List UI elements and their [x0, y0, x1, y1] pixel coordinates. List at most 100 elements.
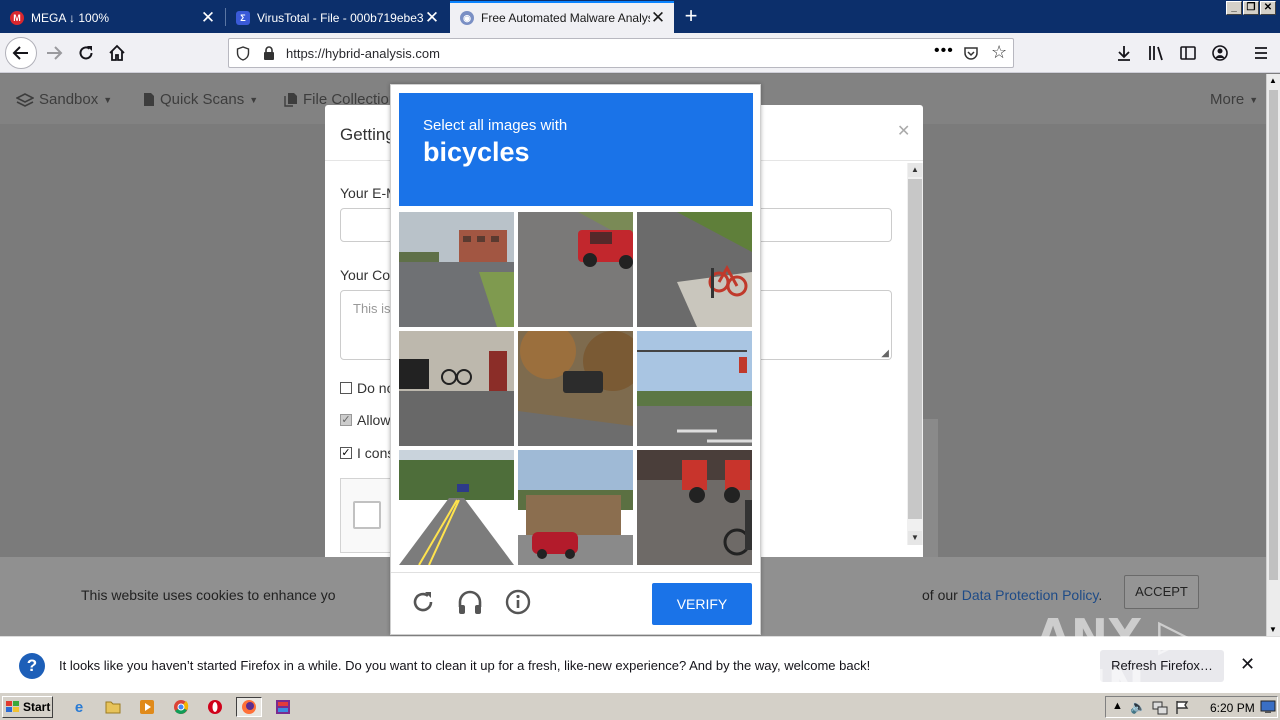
captcha-tile[interactable]	[637, 331, 752, 446]
taskbar-media-player[interactable]	[136, 697, 158, 717]
scroll-down-icon[interactable]: ▼	[908, 531, 922, 545]
nav-more[interactable]: More ▼	[1210, 91, 1258, 108]
close-tab-icon[interactable]: ✕	[650, 9, 666, 26]
library-button[interactable]	[1141, 38, 1171, 68]
accept-cookies-button[interactable]: ACCEPT	[1124, 575, 1199, 609]
notification-text: It looks like you haven’t started Firefo…	[59, 658, 871, 673]
comment-label: Your Cor	[340, 267, 395, 283]
minimize-button[interactable]: _	[1226, 1, 1242, 15]
reload-button[interactable]	[71, 38, 101, 68]
scroll-thumb[interactable]	[908, 179, 922, 519]
sidebar-button[interactable]	[1173, 38, 1203, 68]
data-protection-policy-link[interactable]: Data Protection Policy	[962, 587, 1099, 603]
menu-button[interactable]	[1246, 38, 1276, 68]
audio-headphones-icon[interactable]	[455, 587, 485, 617]
captcha-tile[interactable]	[518, 450, 633, 565]
home-button[interactable]	[102, 38, 132, 68]
network-icon[interactable]	[1152, 700, 1168, 715]
checkbox[interactable]: ✓	[340, 447, 352, 459]
captcha-tile[interactable]	[637, 450, 752, 565]
sidebar-icon	[1180, 46, 1196, 60]
volume-icon[interactable]: 🔈	[1130, 699, 1146, 715]
recaptcha-checkbox[interactable]	[353, 501, 381, 529]
taskbar-ie[interactable]: e	[68, 697, 90, 717]
forward-button[interactable]	[39, 38, 69, 68]
captcha-tile[interactable]	[518, 212, 633, 327]
downloads-button[interactable]	[1109, 38, 1139, 68]
image-captcha-challenge: Select all images with bicycles VERIFY	[390, 84, 761, 635]
reload-icon[interactable]	[408, 587, 438, 617]
checkbox[interactable]	[340, 382, 352, 394]
close-tab-icon[interactable]: ✕	[200, 9, 216, 26]
captcha-instruction: Select all images with	[423, 117, 568, 134]
scroll-up-icon[interactable]: ▲	[1269, 76, 1277, 85]
new-tab-button[interactable]: +	[678, 4, 704, 30]
tab-title: VirusTotal - File - 000b719ebe3a1	[257, 10, 424, 25]
close-window-button[interactable]: ✕	[1260, 1, 1276, 15]
nav-label: Sandbox	[39, 91, 99, 108]
captcha-image-grid	[399, 212, 753, 566]
modal-close-icon[interactable]: ✕	[897, 121, 910, 141]
layers-icon	[16, 92, 34, 107]
taskbar-app[interactable]	[272, 697, 294, 717]
media-player-icon	[140, 700, 154, 714]
captcha-tile[interactable]	[399, 450, 514, 565]
captcha-tile[interactable]	[518, 331, 633, 446]
taskbar-clock[interactable]: 6:20 PM	[1210, 701, 1255, 715]
close-tab-icon[interactable]: ✕	[424, 9, 440, 26]
checkbox-row[interactable]: Do no	[340, 380, 394, 396]
system-tray: ▲ 🔈 6:20 PM	[1105, 696, 1278, 718]
tab-hybrid-analysis[interactable]: ◉ Free Automated Malware Analysis ✕	[450, 1, 674, 33]
taskbar-explorer[interactable]	[102, 697, 124, 717]
info-icon[interactable]	[503, 587, 533, 617]
checkbox[interactable]: ✓	[340, 414, 352, 426]
tray-expand-icon[interactable]: ▲	[1112, 700, 1123, 712]
back-button[interactable]	[5, 37, 37, 69]
action-center-flag-icon[interactable]	[1175, 700, 1189, 715]
captcha-target: bicycles	[423, 137, 530, 167]
captcha-tile[interactable]	[399, 331, 514, 446]
account-icon	[1212, 45, 1228, 61]
pocket-icon[interactable]	[963, 45, 979, 61]
taskbar-opera[interactable]	[204, 697, 226, 717]
hamburger-menu-icon	[1255, 47, 1267, 59]
start-button[interactable]: Start	[2, 696, 53, 718]
captcha-tile[interactable]	[637, 212, 752, 327]
nav-label: More	[1210, 91, 1245, 108]
modal-scrollbar[interactable]: ▲ ▼	[907, 163, 923, 545]
page-scrollbar[interactable]: ▲ ▼	[1266, 74, 1280, 636]
nav-sandbox[interactable]: Sandbox ▼	[16, 91, 112, 108]
show-desktop-icon[interactable]	[1260, 700, 1276, 714]
url-text[interactable]: https://hybrid-analysis.com	[286, 46, 440, 61]
virustotal-icon: Σ	[236, 10, 250, 25]
modal-title: Getting	[340, 125, 395, 144]
winrar-icon	[276, 700, 290, 714]
cookie-policy-suffix: .	[1098, 587, 1103, 603]
nav-label: Quick Scans	[160, 91, 245, 108]
taskbar-chrome[interactable]	[170, 697, 192, 717]
shield-icon[interactable]	[236, 46, 250, 61]
verify-button[interactable]: VERIFY	[652, 583, 752, 625]
lock-icon[interactable]	[263, 46, 275, 61]
url-bar[interactable]: https://hybrid-analysis.com ••• ☆	[228, 38, 1014, 68]
folder-icon	[105, 701, 121, 714]
bookmark-star-icon[interactable]: ☆	[991, 42, 1007, 63]
tab-mega[interactable]: M MEGA ↓ 100% ✕	[0, 2, 224, 33]
taskbar-firefox[interactable]	[236, 697, 262, 717]
resize-handle-icon[interactable]: ◢	[881, 348, 889, 359]
nav-quick-scans[interactable]: Quick Scans ▼	[143, 91, 258, 108]
tab-virustotal[interactable]: Σ VirusTotal - File - 000b719ebe3a1 ✕	[226, 2, 448, 33]
firefox-icon	[242, 700, 256, 714]
windows-logo-icon	[6, 701, 19, 712]
scroll-up-icon[interactable]: ▲	[908, 163, 922, 177]
page-actions-icon[interactable]: •••	[934, 42, 954, 60]
window-controls: _ ❐ ✕	[1226, 1, 1276, 15]
account-button[interactable]	[1205, 38, 1235, 68]
captcha-tile[interactable]	[399, 212, 514, 327]
checkbox-row[interactable]: ✓ I cons	[340, 445, 394, 461]
checkbox-row[interactable]: ✓ Allow	[340, 412, 390, 428]
reload-icon	[79, 46, 93, 60]
restore-button[interactable]: ❐	[1243, 1, 1259, 15]
hybrid-analysis-icon: ◉	[460, 11, 474, 25]
scroll-thumb[interactable]	[1269, 90, 1278, 580]
